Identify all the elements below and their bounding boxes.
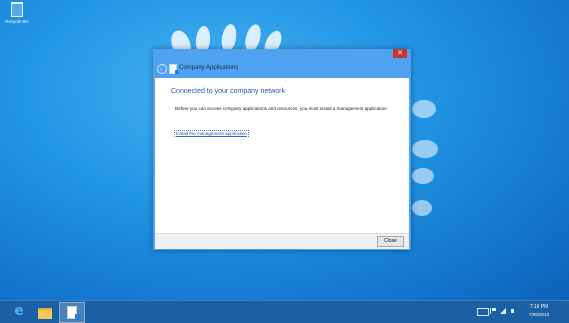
volume-icon[interactable] [511,309,514,313]
navigation-bar: ← Company Applications [153,59,411,78]
window-title: Company Applications [179,65,239,71]
title-bar[interactable]: ✕ [153,49,411,59]
back-button[interactable]: ← [157,64,167,74]
content-area: Connected to your company network Before… [155,78,409,233]
close-window-button[interactable]: ✕ [393,49,407,58]
taskbar: e 7:16 PM 7/05/2013 [0,300,569,323]
action-center-flag-icon[interactable] [490,308,497,314]
network-icon[interactable] [500,308,506,314]
description-text: Before you can access company applicatio… [175,106,388,111]
page-heading: Connected to your company network [171,88,286,95]
folder-icon [38,308,52,319]
company-applications-window: ✕ ← Company Applications Connected to yo… [153,49,411,250]
taskbar-file-explorer[interactable] [33,302,57,321]
recycle-bin-label: Recycle Bin [5,19,29,24]
taskbar-company-applications[interactable] [59,302,85,323]
recycle-bin-icon [11,2,23,17]
clock-date: 7/05/2013 [528,312,550,317]
taskbar-internet-explorer[interactable]: e [7,302,31,321]
app-icon [67,306,81,320]
install-management-app-link[interactable]: Install the management application [174,130,249,137]
clock[interactable]: 7:16 PM 7/05/2013 [521,304,557,318]
ie-icon: e [14,303,24,319]
recycle-bin[interactable]: Recycle Bin [4,2,30,24]
keyboard-icon[interactable] [477,308,489,316]
clock-time: 7:16 PM [529,304,549,310]
dialog-footer: Close [155,233,409,249]
app-icon [169,64,179,74]
close-button[interactable]: Close [377,236,404,247]
